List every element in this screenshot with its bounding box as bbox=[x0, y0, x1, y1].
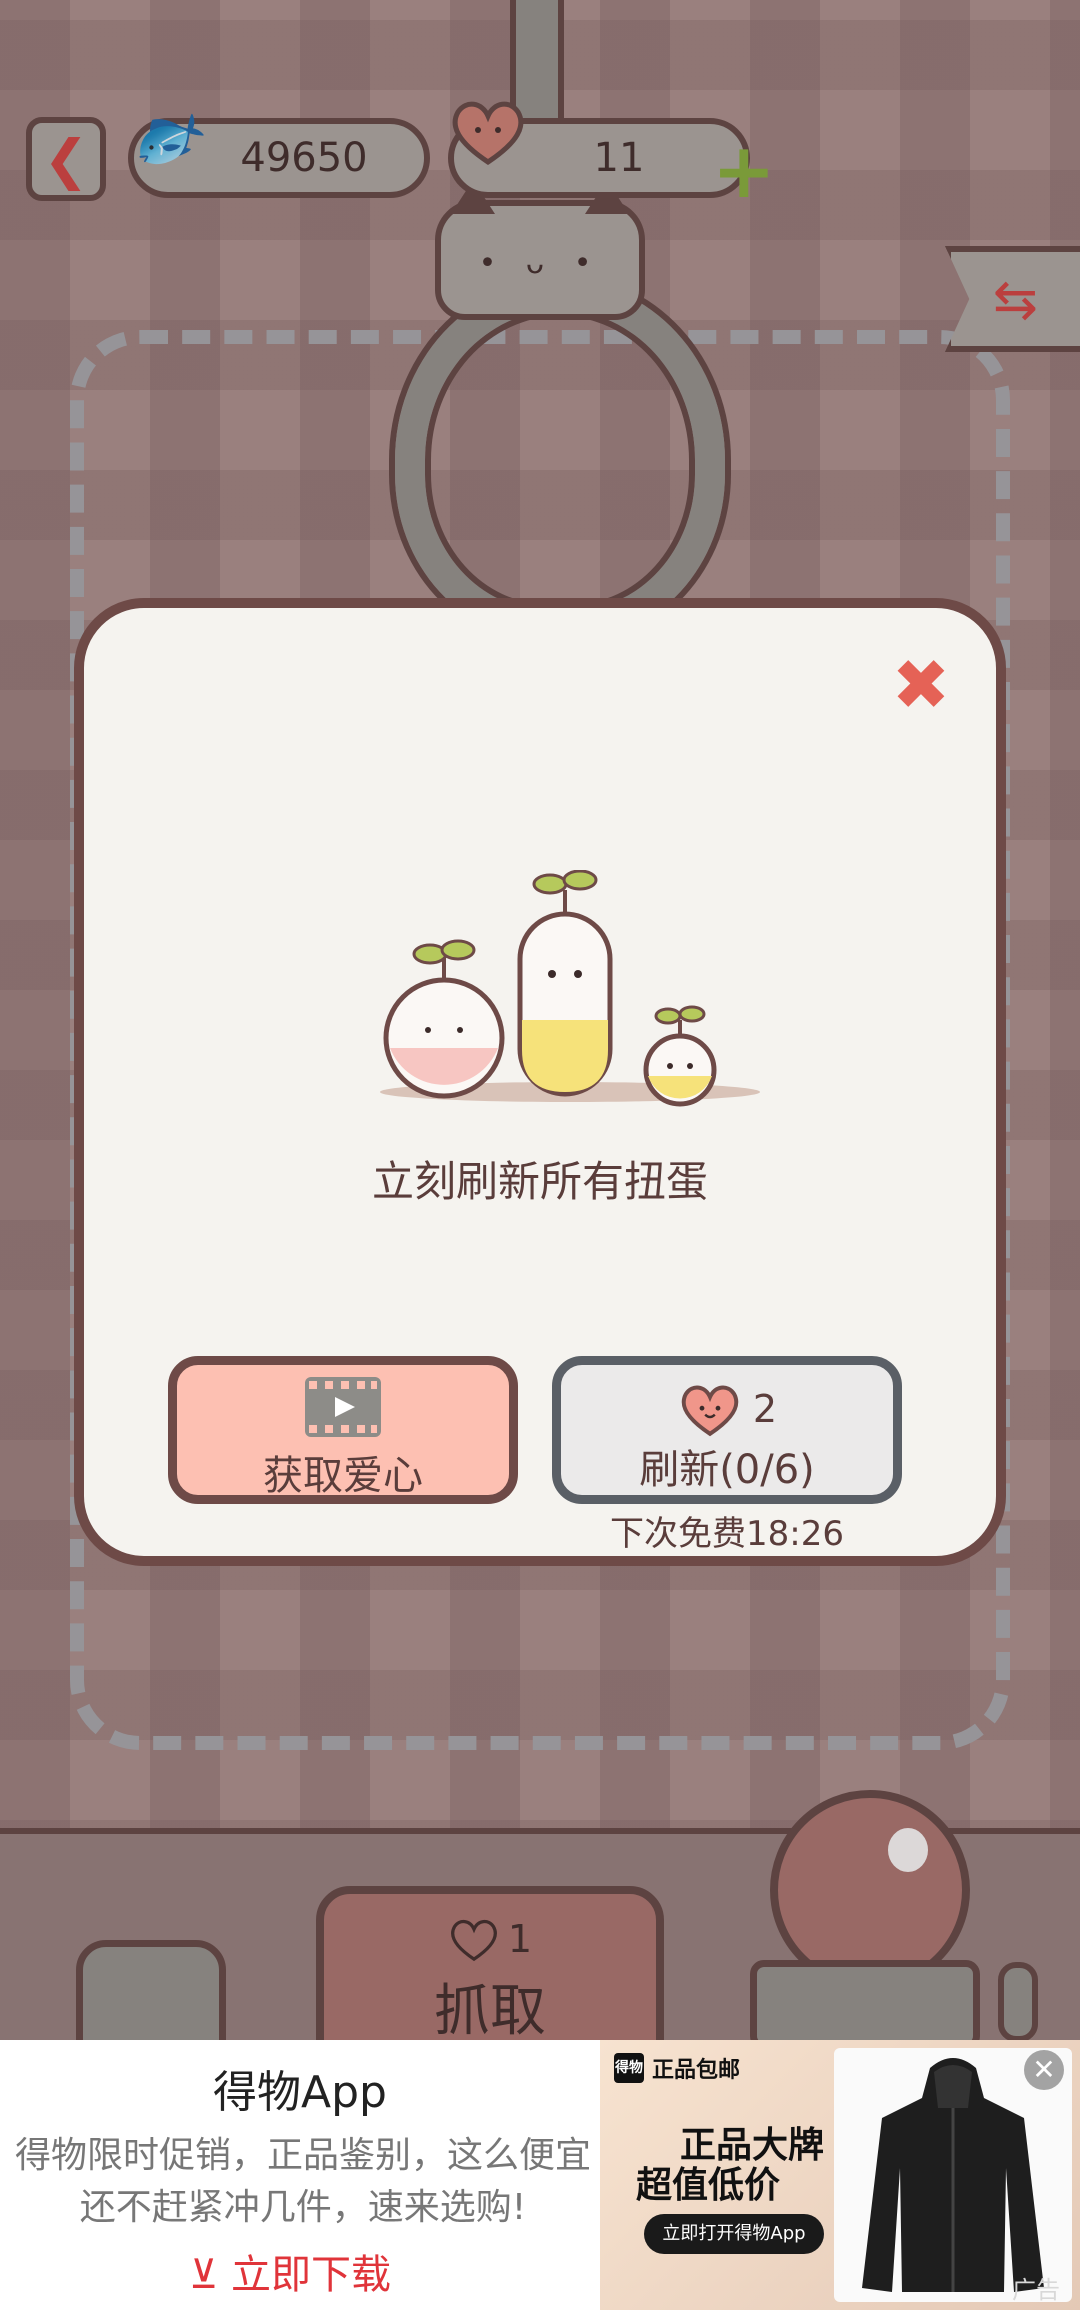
close-dialog-button[interactable]: ✖ bbox=[886, 650, 956, 720]
refresh-button[interactable]: 2 刷新(0/6) bbox=[552, 1356, 902, 1504]
ad-badge-text: 正品包邮 bbox=[652, 2058, 741, 2083]
close-icon: ✕ bbox=[1032, 2053, 1056, 2086]
ad-title: 得物App bbox=[213, 2067, 387, 2118]
ad-description: 得物限时促销，正品鉴别，这么便宜还不赶紧冲几件，速来选购! bbox=[14, 2135, 591, 2228]
ad-open-app-button[interactable]: 立即打开得物App bbox=[644, 2214, 824, 2254]
get-hearts-video-button[interactable]: 获取爱心 bbox=[168, 1356, 518, 1504]
refresh-label: 刷新(0/6) bbox=[639, 1447, 815, 1493]
dewu-logo: 得物 bbox=[614, 2053, 644, 2083]
sprouts-illustration bbox=[380, 870, 760, 1107]
get-hearts-label: 获取爱心 bbox=[263, 1453, 423, 1499]
ad-headline-2: 超值低价 bbox=[636, 2165, 781, 2206]
refresh-cost: 2 bbox=[752, 1387, 778, 1431]
ad-close-button[interactable]: ✕ bbox=[1024, 2050, 1064, 2090]
ad-download-link[interactable]: ⊻ 立即下载 bbox=[0, 2242, 580, 2300]
ad-image[interactable]: 得物 正品包邮 正品大牌 超值低价 立即打开得物App bbox=[600, 2040, 1080, 2310]
close-icon: ✖ bbox=[891, 644, 951, 726]
free-refresh-timer: 下次免费18:26 bbox=[610, 1514, 844, 1554]
dialog-message: 立刻刷新所有扭蛋 bbox=[371, 1157, 708, 1206]
film-play-icon bbox=[305, 1377, 381, 1437]
heart-icon bbox=[681, 1385, 739, 1437]
ad-mark: 广告 bbox=[1012, 2276, 1060, 2304]
ad-badge: 得物 正品包邮 bbox=[614, 2052, 740, 2084]
